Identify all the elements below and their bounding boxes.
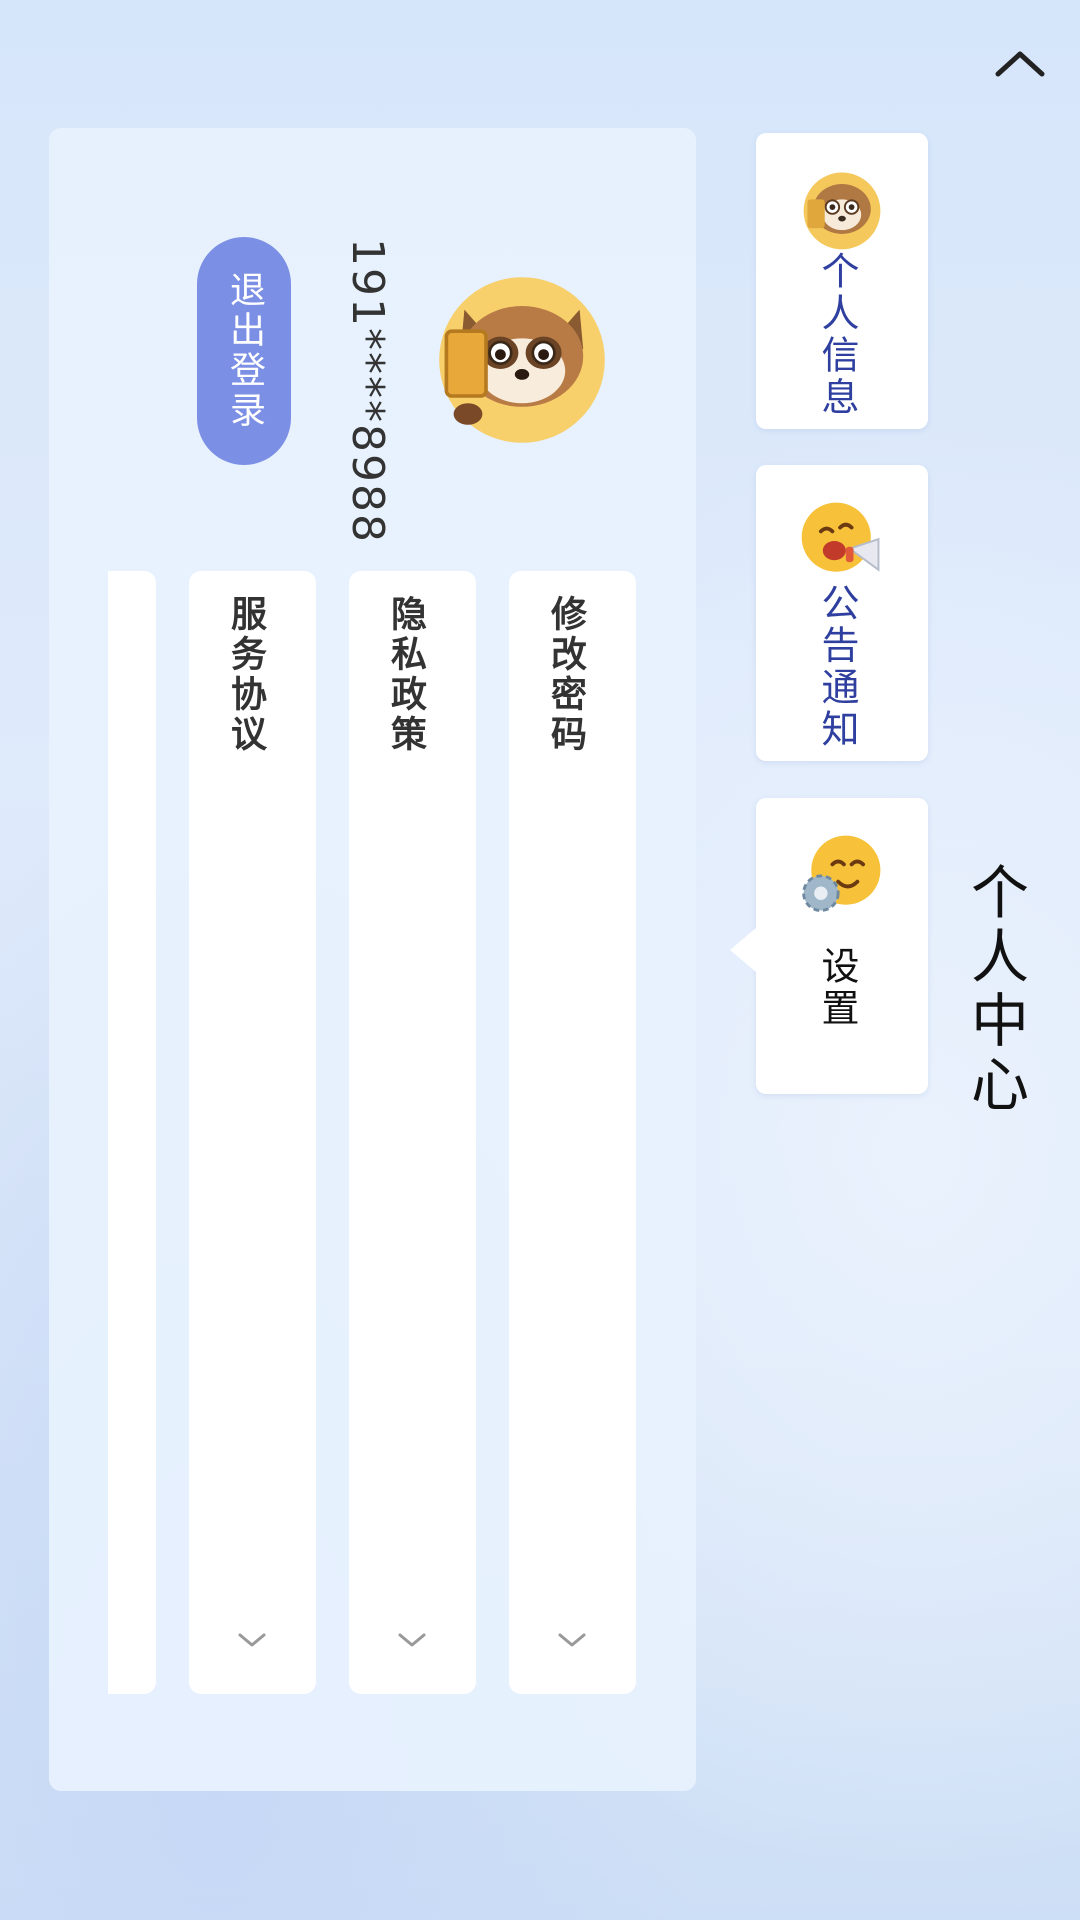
tab-settings[interactable]: 设置 xyxy=(730,798,928,1094)
menu-change-password[interactable]: 修改密码 xyxy=(509,571,636,1694)
tab-label: 公告通知 xyxy=(815,583,859,751)
megaphone-emoji-icon xyxy=(801,502,880,572)
tab-label: 个人信息 xyxy=(815,251,859,419)
menu-label: 服务协议 xyxy=(225,595,266,755)
chevron-down-icon xyxy=(558,1633,586,1647)
chevron-up-icon xyxy=(995,51,1045,77)
menu-label: 隐私政策 xyxy=(385,595,426,755)
chevron-down-icon xyxy=(238,1633,266,1647)
gear-emoji-icon xyxy=(802,835,881,912)
phone-number: 191****8988 xyxy=(342,238,393,544)
page-title: 个人中心 xyxy=(961,862,1029,1118)
menu-privacy-policy[interactable]: 隐私政策 xyxy=(349,571,476,1694)
logout-button[interactable]: 退出登录 xyxy=(197,237,291,465)
menu-service-agreement[interactable]: 服务协议 xyxy=(189,571,316,1694)
tab-announcements[interactable]: 公告通知 xyxy=(756,465,928,761)
tab-label: 设置 xyxy=(815,946,859,1030)
menu-label: 修改密码 xyxy=(545,595,586,755)
back-button[interactable] xyxy=(990,38,1050,88)
tab-personal-info[interactable]: 个人信息 xyxy=(756,133,928,429)
chevron-down-icon xyxy=(398,1633,426,1647)
logout-label: 退出登录 xyxy=(224,271,265,431)
raccoon-icon xyxy=(803,172,881,250)
raccoon-avatar-icon xyxy=(439,277,605,443)
menu-item-partial[interactable] xyxy=(108,571,156,1694)
